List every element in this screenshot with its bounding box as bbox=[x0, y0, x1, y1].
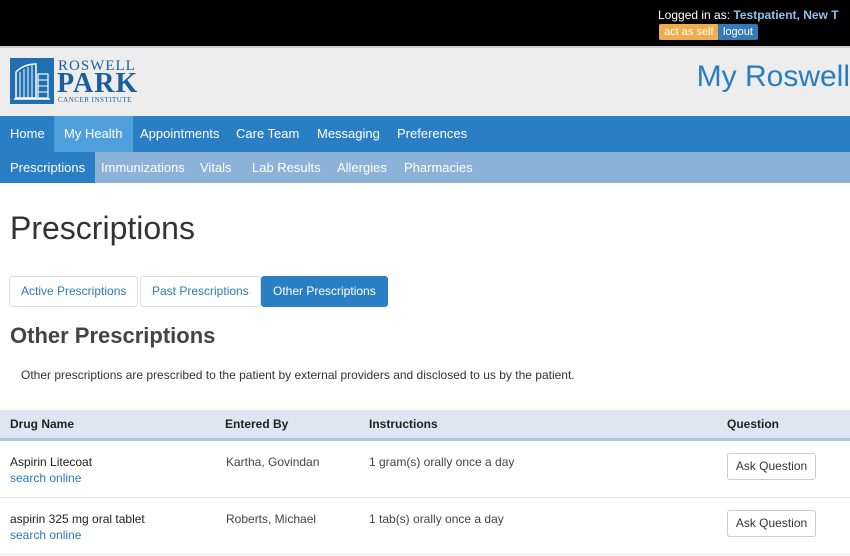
primary-nav: Home My Health Appointments Care Team Me… bbox=[0, 116, 850, 152]
nav-home[interactable]: Home bbox=[0, 116, 55, 152]
tab-other-prescriptions[interactable]: Other Prescriptions bbox=[261, 276, 388, 307]
subnav-pharmacies[interactable]: Pharmacies bbox=[394, 152, 483, 183]
instructions: 1 gram(s) orally once a day bbox=[369, 455, 515, 469]
logo-text-subtitle: CANCER INSTITUTE bbox=[58, 96, 132, 104]
nav-preferences[interactable]: Preferences bbox=[387, 116, 477, 152]
table-header: Drug Name Entered By Instructions Questi… bbox=[0, 410, 850, 441]
column-question: Question bbox=[727, 417, 780, 431]
login-status: Logged in as: Testpatient, New T bbox=[658, 8, 839, 22]
table-row: Aspirin Litecoat search online Kartha, G… bbox=[0, 441, 850, 498]
instructions: 1 tab(s) orally once a day bbox=[369, 512, 504, 526]
roswell-park-logo[interactable]: ROSWELL PARK CANCER INSTITUTE bbox=[10, 58, 140, 106]
act-as-self-button[interactable]: act as self bbox=[659, 24, 719, 40]
tab-active-prescriptions[interactable]: Active Prescriptions bbox=[9, 276, 139, 307]
ask-question-button[interactable]: Ask Question bbox=[727, 453, 816, 480]
logged-in-label: Logged in as: bbox=[658, 8, 731, 22]
table-row: aspirin 325 mg oral tablet search online… bbox=[0, 498, 850, 555]
nav-appointments[interactable]: Appointments bbox=[130, 116, 230, 152]
subnav-prescriptions[interactable]: Prescriptions bbox=[0, 152, 96, 183]
column-instructions: Instructions bbox=[369, 417, 438, 431]
nav-my-health[interactable]: My Health bbox=[54, 116, 133, 152]
search-online-link[interactable]: search online bbox=[10, 528, 81, 542]
column-entered-by: Entered By bbox=[225, 417, 289, 431]
tab-past-prescriptions[interactable]: Past Prescriptions bbox=[140, 276, 261, 307]
subnav-allergies[interactable]: Allergies bbox=[327, 152, 397, 183]
search-online-link[interactable]: search online bbox=[10, 471, 81, 485]
secondary-nav: Prescriptions Immunizations Vitals Lab R… bbox=[0, 152, 850, 183]
logo-building-icon bbox=[10, 58, 54, 104]
drug-name: aspirin 325 mg oral tablet bbox=[10, 512, 145, 526]
subnav-vitals[interactable]: Vitals bbox=[190, 152, 242, 183]
nav-care-team[interactable]: Care Team bbox=[226, 116, 309, 152]
section-description: Other prescriptions are prescribed to th… bbox=[21, 368, 575, 382]
column-drug-name: Drug Name bbox=[10, 417, 75, 431]
section-title: Other Prescriptions bbox=[10, 323, 216, 348]
app-title: My Roswell bbox=[696, 60, 850, 93]
entered-by: Roberts, Michael bbox=[226, 512, 317, 526]
subnav-immunizations[interactable]: Immunizations bbox=[91, 152, 195, 183]
user-name[interactable]: Testpatient, New T bbox=[733, 8, 838, 22]
nav-messaging[interactable]: Messaging bbox=[307, 116, 390, 152]
ask-question-button[interactable]: Ask Question bbox=[727, 510, 816, 537]
site-header: ROSWELL PARK CANCER INSTITUTE My Roswell bbox=[0, 46, 850, 116]
subnav-lab-results[interactable]: Lab Results bbox=[242, 152, 331, 183]
drug-name: Aspirin Litecoat bbox=[10, 455, 93, 469]
top-bar: Logged in as: Testpatient, New T act as … bbox=[0, 0, 850, 46]
logout-button[interactable]: logout bbox=[718, 24, 758, 40]
entered-by: Kartha, Govindan bbox=[226, 455, 320, 469]
page-title: Prescriptions bbox=[10, 210, 195, 246]
